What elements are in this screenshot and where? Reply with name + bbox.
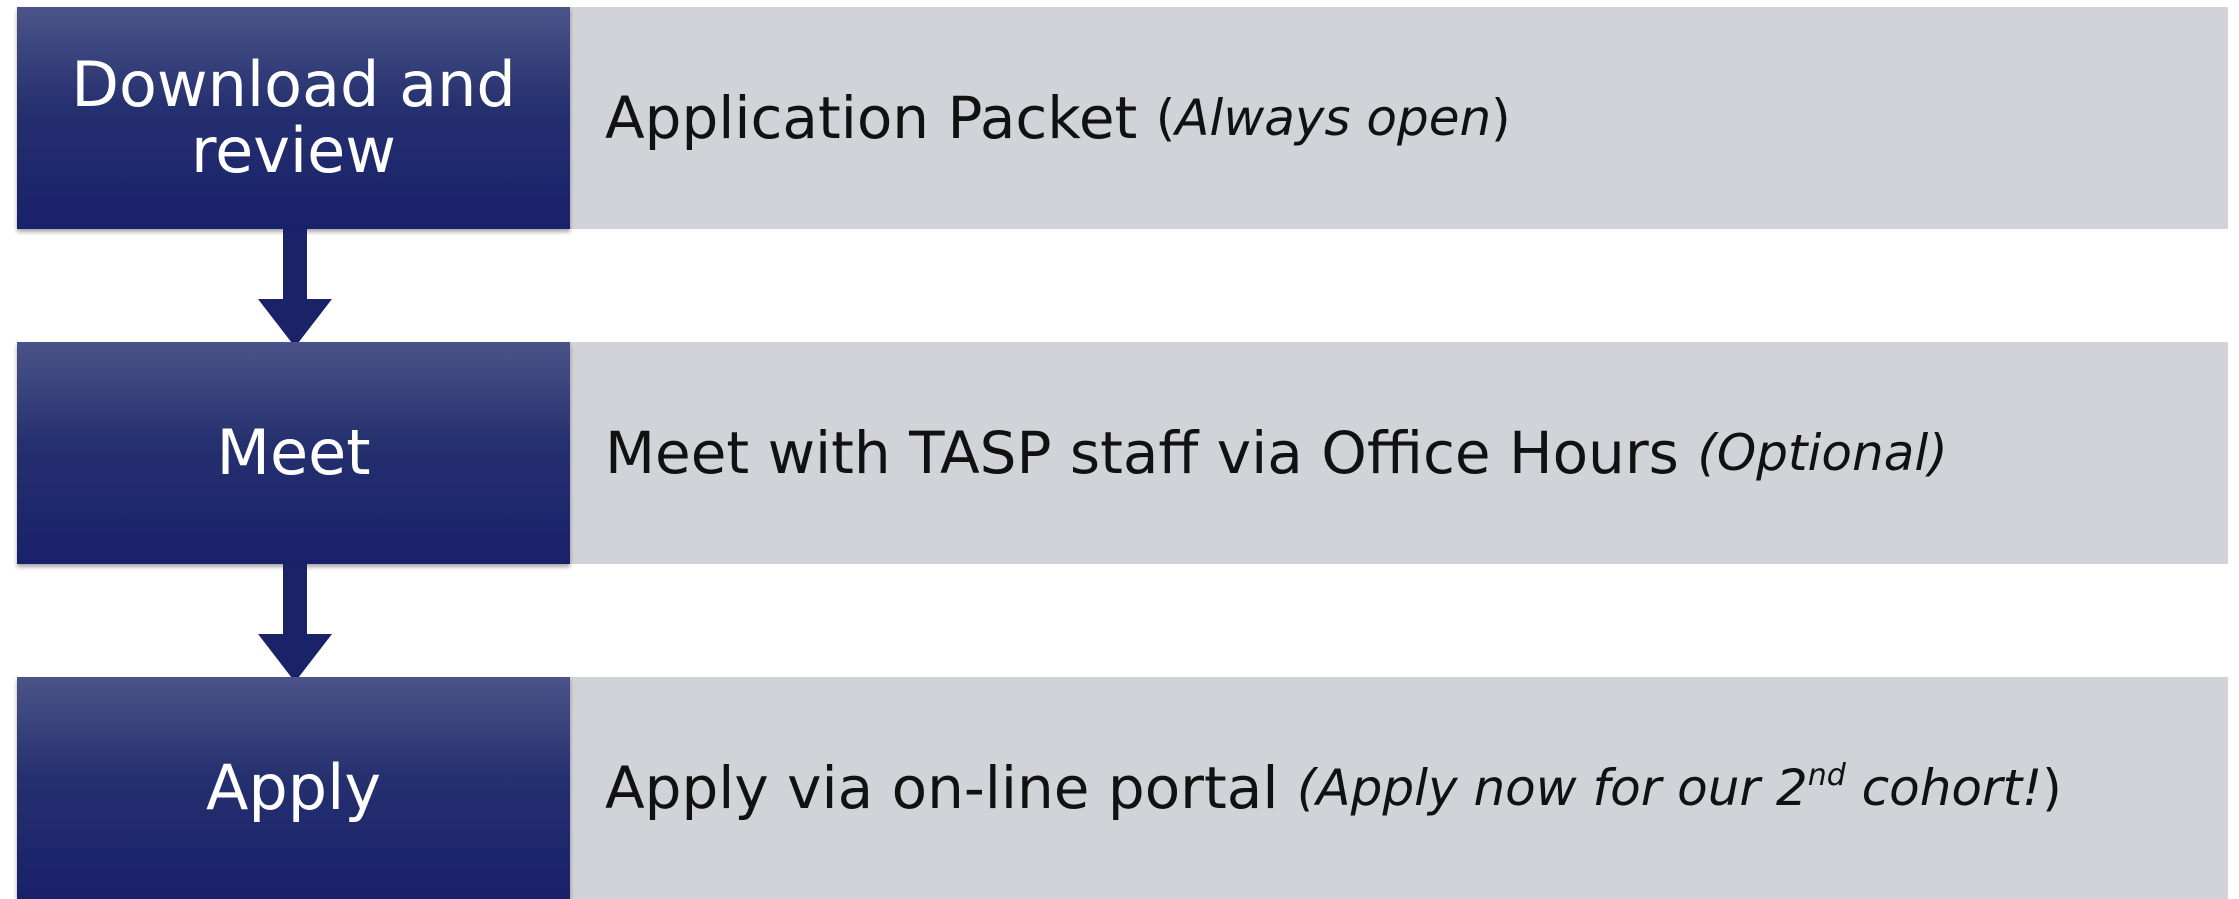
step-box-apply: Apply xyxy=(17,677,570,899)
note-close-paren: ) xyxy=(1491,89,1511,147)
step-note: (Optional) xyxy=(1697,424,1948,482)
step-label: Apply xyxy=(205,751,382,824)
down-arrow-icon xyxy=(258,564,332,682)
step-note-part-b: cohort! xyxy=(1845,759,2043,817)
down-arrow-icon xyxy=(258,229,332,347)
step-note: Always open xyxy=(1175,89,1492,147)
step-note-part-a: (Apply now for our 2 xyxy=(1296,759,1808,817)
step-note-superscript: nd xyxy=(1807,758,1846,793)
step-description: Meet with TASP staff via Office Hours (O… xyxy=(605,342,1948,564)
step-row-download: Download and review Application Packet (… xyxy=(0,7,2239,229)
step-box-meet: Meet xyxy=(17,342,570,564)
step-description: Application Packet (Always open) xyxy=(605,7,1511,229)
step-row-apply: Apply Apply via on-line portal (Apply no… xyxy=(0,677,2239,899)
step-box-download: Download and review xyxy=(17,7,570,229)
note-open-paren: ( xyxy=(1155,89,1176,147)
step-description-text: Meet with TASP staff via Office Hours xyxy=(605,419,1679,487)
step-description-text: Apply via on-line portal xyxy=(605,754,1279,822)
step-label: Meet xyxy=(216,416,371,489)
step-note: (Apply now for our 2nd cohort! xyxy=(1297,759,2042,817)
step-label: Download and review xyxy=(71,48,516,187)
step-row-meet: Meet Meet with TASP staff via Office Hou… xyxy=(0,342,2239,564)
note-close-paren: ) xyxy=(2042,759,2062,817)
step-description-text: Application Packet xyxy=(605,84,1138,152)
step-description: Apply via on-line portal (Apply now for … xyxy=(605,677,2062,899)
